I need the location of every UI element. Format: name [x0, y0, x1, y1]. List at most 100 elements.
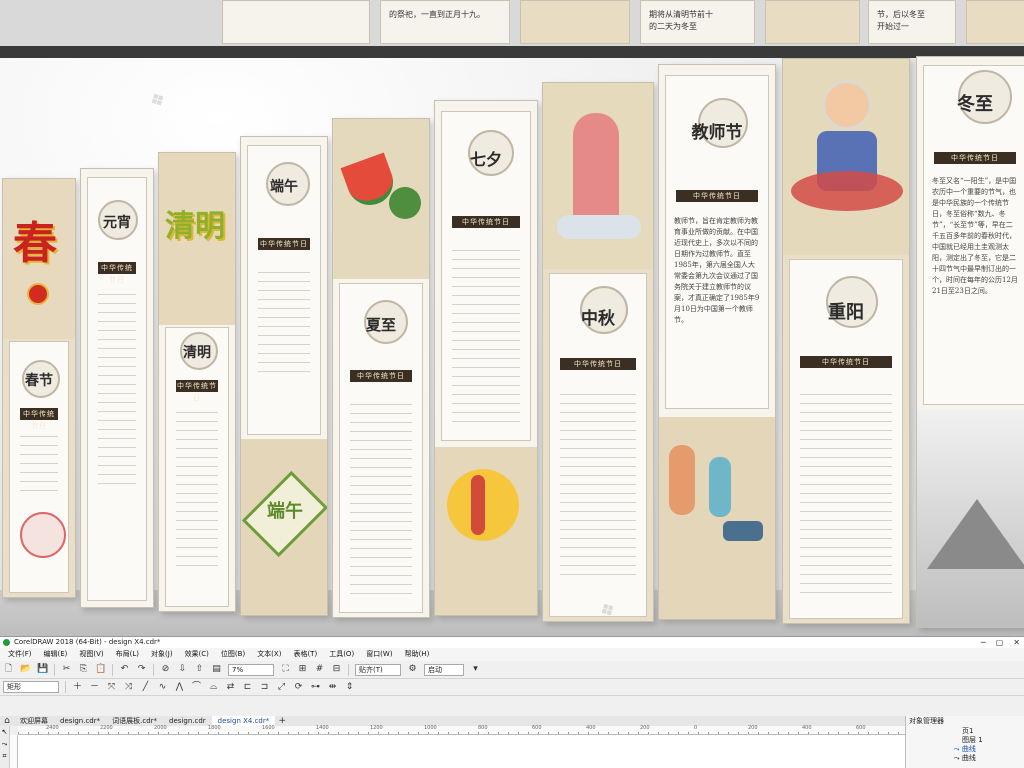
zoom-level-field[interactable]: 7% — [228, 663, 274, 676]
menu-edit[interactable]: 编辑(E) — [38, 648, 74, 661]
book-icon — [723, 521, 763, 541]
ruler-tick-label: 2000 — [154, 725, 167, 731]
home-icon[interactable]: ⌂ — [3, 716, 11, 727]
qingming-calligraphy: 清明 — [165, 209, 225, 244]
top-panel-6: 节，后以冬至 开始过一 — [868, 0, 956, 44]
menu-table[interactable]: 表格(T) — [287, 648, 323, 661]
chongyang-body: 重阳 中华传统节日 — [789, 259, 903, 619]
menu-window[interactable]: 窗口(W) — [360, 648, 398, 661]
panel-mid-autumn: 中秋 中华传统节日 — [542, 82, 654, 622]
top-panel-6-text2: 开始过一 — [877, 22, 909, 31]
options-gear-icon[interactable]: ⚙ — [407, 664, 418, 675]
guidelines-icon[interactable]: ⊟ — [331, 664, 342, 675]
tree-curve-2[interactable]: ⤳ 曲线 — [910, 754, 1022, 763]
ruler-tick-label: 1000 — [424, 725, 437, 731]
full-screen-icon[interactable]: ⛶ — [280, 664, 291, 675]
cut-icon[interactable]: ✂ — [61, 664, 72, 675]
menu-help[interactable]: 帮助(H) — [399, 648, 436, 661]
add-node-icon[interactable]: ＋ — [72, 682, 83, 693]
duanwu-body: 端午 中华传统节日 — [247, 145, 321, 435]
top-panel-7 — [966, 0, 1024, 44]
panel-chongyang: 重阳 中华传统节日 — [782, 58, 910, 624]
menu-bitmaps[interactable]: 位图(B) — [215, 648, 251, 661]
join-nodes-icon[interactable]: ⤧ — [106, 682, 117, 693]
maximize-icon[interactable]: ▢ — [996, 637, 1004, 648]
undo-icon[interactable]: ↶ — [119, 664, 130, 675]
top-panel-5 — [765, 0, 860, 44]
new-document-icon[interactable]: 🗋 — [3, 664, 14, 675]
export-icon[interactable]: ⇧ — [194, 664, 205, 675]
menu-tools[interactable]: 工具(O) — [323, 648, 360, 661]
panel-title: 春节 — [25, 373, 53, 389]
mountain-icon — [927, 499, 1024, 569]
open-icon[interactable]: 📂 — [20, 664, 31, 675]
reverse-direction-icon[interactable]: ⇄ — [225, 682, 236, 693]
flower-icon — [791, 171, 903, 211]
launch-dropdown[interactable]: 启动 — [424, 663, 464, 676]
tree-curve-1[interactable]: ⤳ 曲线 — [910, 745, 1022, 754]
panel-subtitle: 中华传统节日 — [176, 380, 218, 402]
drawing-canvas[interactable] — [18, 735, 905, 768]
ruler-tick-label: 0 — [694, 725, 698, 731]
teacher-figure-icon — [669, 445, 695, 515]
panel-text-lines — [176, 404, 218, 574]
stretch-node-icon[interactable]: ⤢ — [276, 682, 287, 693]
panel-title: 端午 — [270, 179, 298, 195]
to-curve-icon[interactable]: ∿ — [157, 682, 168, 693]
change-figure-icon — [573, 113, 619, 223]
extend-curve-icon[interactable]: ⊏ — [242, 682, 253, 693]
teacher-body-text: 教师节，旨在肯定教师为教育事业所做的贡献。在中国近现代史上，多次以不同的日期作为… — [674, 217, 760, 324]
shape-tool-icon[interactable]: ⤳ — [0, 738, 9, 750]
close-icon[interactable]: ✕ — [1013, 637, 1020, 648]
break-curve-icon[interactable]: ⤨ — [123, 682, 134, 693]
ruler-labels: 2400 2200 2000 1800 1600 1400 1200 1000 … — [18, 725, 905, 733]
reflect-vertical-icon[interactable]: ⇕ — [344, 682, 355, 693]
panel-lantern-festival: 元宵 中华传统节日 — [80, 168, 154, 608]
reflect-horizontal-icon[interactable]: ⇹ — [327, 682, 338, 693]
import-icon[interactable]: ⇩ — [177, 664, 188, 675]
ruler-tick-label: 200 — [640, 725, 650, 731]
extract-subpath-icon[interactable]: ⊐ — [259, 682, 270, 693]
menu-text[interactable]: 文本(X) — [251, 648, 287, 661]
elder-face-icon — [823, 81, 871, 129]
minimize-icon[interactable]: ─ — [981, 637, 986, 648]
align-nodes-icon[interactable]: ⊶ — [310, 682, 321, 693]
chevron-down-icon[interactable]: ▾ — [470, 664, 481, 675]
vertical-ruler[interactable] — [10, 735, 18, 768]
redo-icon[interactable]: ↷ — [136, 664, 147, 675]
panel-spring-festival: 春 春节 中华传统节日 — [2, 178, 76, 598]
grid-icon[interactable]: # — [314, 664, 325, 675]
property-bar: 矩形 ＋ － ⤧ ⤨ ╱ ∿ ⋀ ⌒ ⌓ ⇄ ⊏ ⊐ ⤢ ⟳ ⊶ ⇹ ⇕ — [0, 679, 1024, 696]
symmetrical-node-icon[interactable]: ⌓ — [208, 682, 219, 693]
publish-pdf-icon[interactable]: ▤ — [211, 664, 222, 675]
ruler-tick-label: 400 — [802, 725, 812, 731]
search-content-icon[interactable]: ⊘ — [160, 664, 171, 675]
shape-type-dropdown[interactable]: 矩形 — [3, 681, 59, 693]
save-icon[interactable]: 💾 — [37, 664, 48, 675]
crop-tool-icon[interactable]: ⌗ — [0, 750, 9, 762]
tree-layer[interactable]: 图层 1 — [910, 736, 1022, 745]
panel-title: 夏至 — [365, 316, 396, 334]
menu-effects[interactable]: 效果(C) — [179, 648, 215, 661]
smooth-node-icon[interactable]: ⌒ — [191, 682, 202, 693]
to-line-icon[interactable]: ╱ — [140, 682, 151, 693]
panel-title: 重阳 — [828, 302, 864, 323]
rotate-node-icon[interactable]: ⟳ — [293, 682, 304, 693]
snap-to-dropdown[interactable]: 贴齐(T) — [355, 663, 401, 676]
paste-icon[interactable]: 📋 — [95, 664, 106, 675]
delete-node-icon[interactable]: － — [89, 682, 100, 693]
window-controls: ─ ▢ ✕ — [981, 637, 1020, 648]
menu-layout[interactable]: 布局(L) — [110, 648, 145, 661]
menu-file[interactable]: 文件(F) — [2, 648, 38, 661]
qixi-body: 七夕 中华传统节日 — [441, 111, 531, 441]
duanwu-calligraphy: 端午 — [267, 501, 303, 522]
rulers-icon[interactable]: ⊞ — [297, 664, 308, 675]
pick-tool-icon[interactable]: ↖ — [0, 726, 9, 738]
tree-page[interactable]: 页1 — [910, 727, 1022, 736]
menu-object[interactable]: 对象(J) — [145, 648, 179, 661]
top-panel-6-text: 节，后以冬至 — [877, 10, 925, 19]
copy-icon[interactable]: ⎘ — [78, 664, 89, 675]
menu-view[interactable]: 视图(V) — [73, 648, 109, 661]
cusp-node-icon[interactable]: ⋀ — [174, 682, 185, 693]
tangyuan-bowl-icon — [20, 512, 66, 558]
